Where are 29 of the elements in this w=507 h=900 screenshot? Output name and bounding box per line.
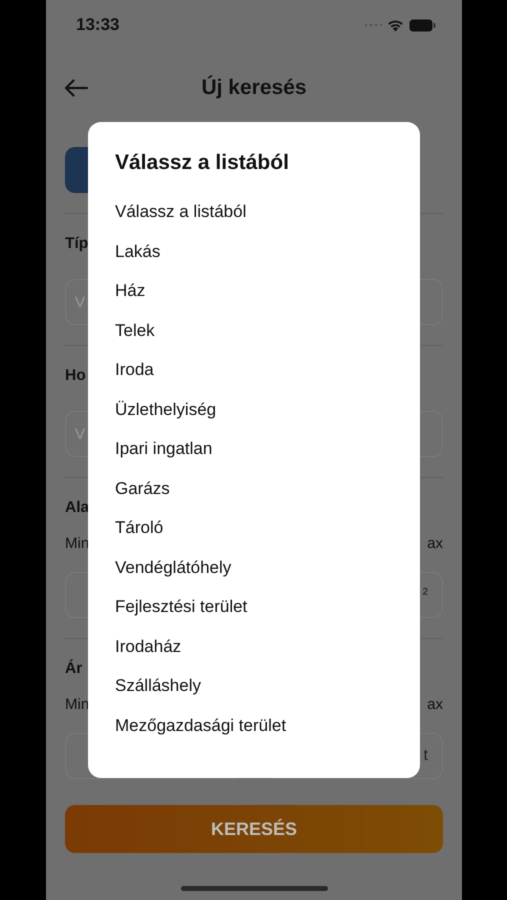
list-option[interactable]: Fejlesztési terület (115, 587, 420, 626)
field-label: Típ (65, 234, 88, 254)
field-label: Ala (65, 498, 90, 518)
min-label: Min (65, 534, 90, 554)
list-option[interactable]: Lakás (115, 232, 420, 271)
list-option[interactable]: Szálláshely (115, 666, 420, 706)
status-time: 13:33 (76, 15, 120, 35)
list-option[interactable]: Válassz a listából (115, 192, 420, 232)
list-option[interactable]: Garázs (115, 468, 420, 508)
battery-icon (409, 18, 436, 32)
list-option[interactable]: Ipari ingatlan (115, 429, 420, 468)
wifi-icon (387, 18, 404, 32)
search-button[interactable]: KERESÉS (65, 805, 443, 853)
max-label: ax (427, 534, 443, 554)
list-option[interactable]: Mezőgazdasági terület (115, 706, 420, 745)
list-option[interactable]: Iroda (115, 350, 420, 390)
list-option[interactable]: Irodaház (115, 626, 420, 666)
screen-title: Új keresés (201, 76, 307, 100)
back-arrow-icon[interactable] (64, 79, 88, 97)
max-label: ax (427, 695, 443, 715)
list-option[interactable]: Telek (115, 310, 420, 350)
dialog-title: Válassz a listából (115, 150, 290, 176)
list-option[interactable]: Üzlethelyiség (115, 390, 420, 429)
list-option[interactable]: Tároló (115, 508, 420, 548)
list-option[interactable]: Ház (115, 271, 420, 310)
min-label: Min (65, 695, 90, 715)
field-label: Ár (65, 658, 82, 679)
list-option[interactable]: Vendéglátóhely (115, 548, 420, 587)
field-label: Ho (65, 366, 86, 386)
